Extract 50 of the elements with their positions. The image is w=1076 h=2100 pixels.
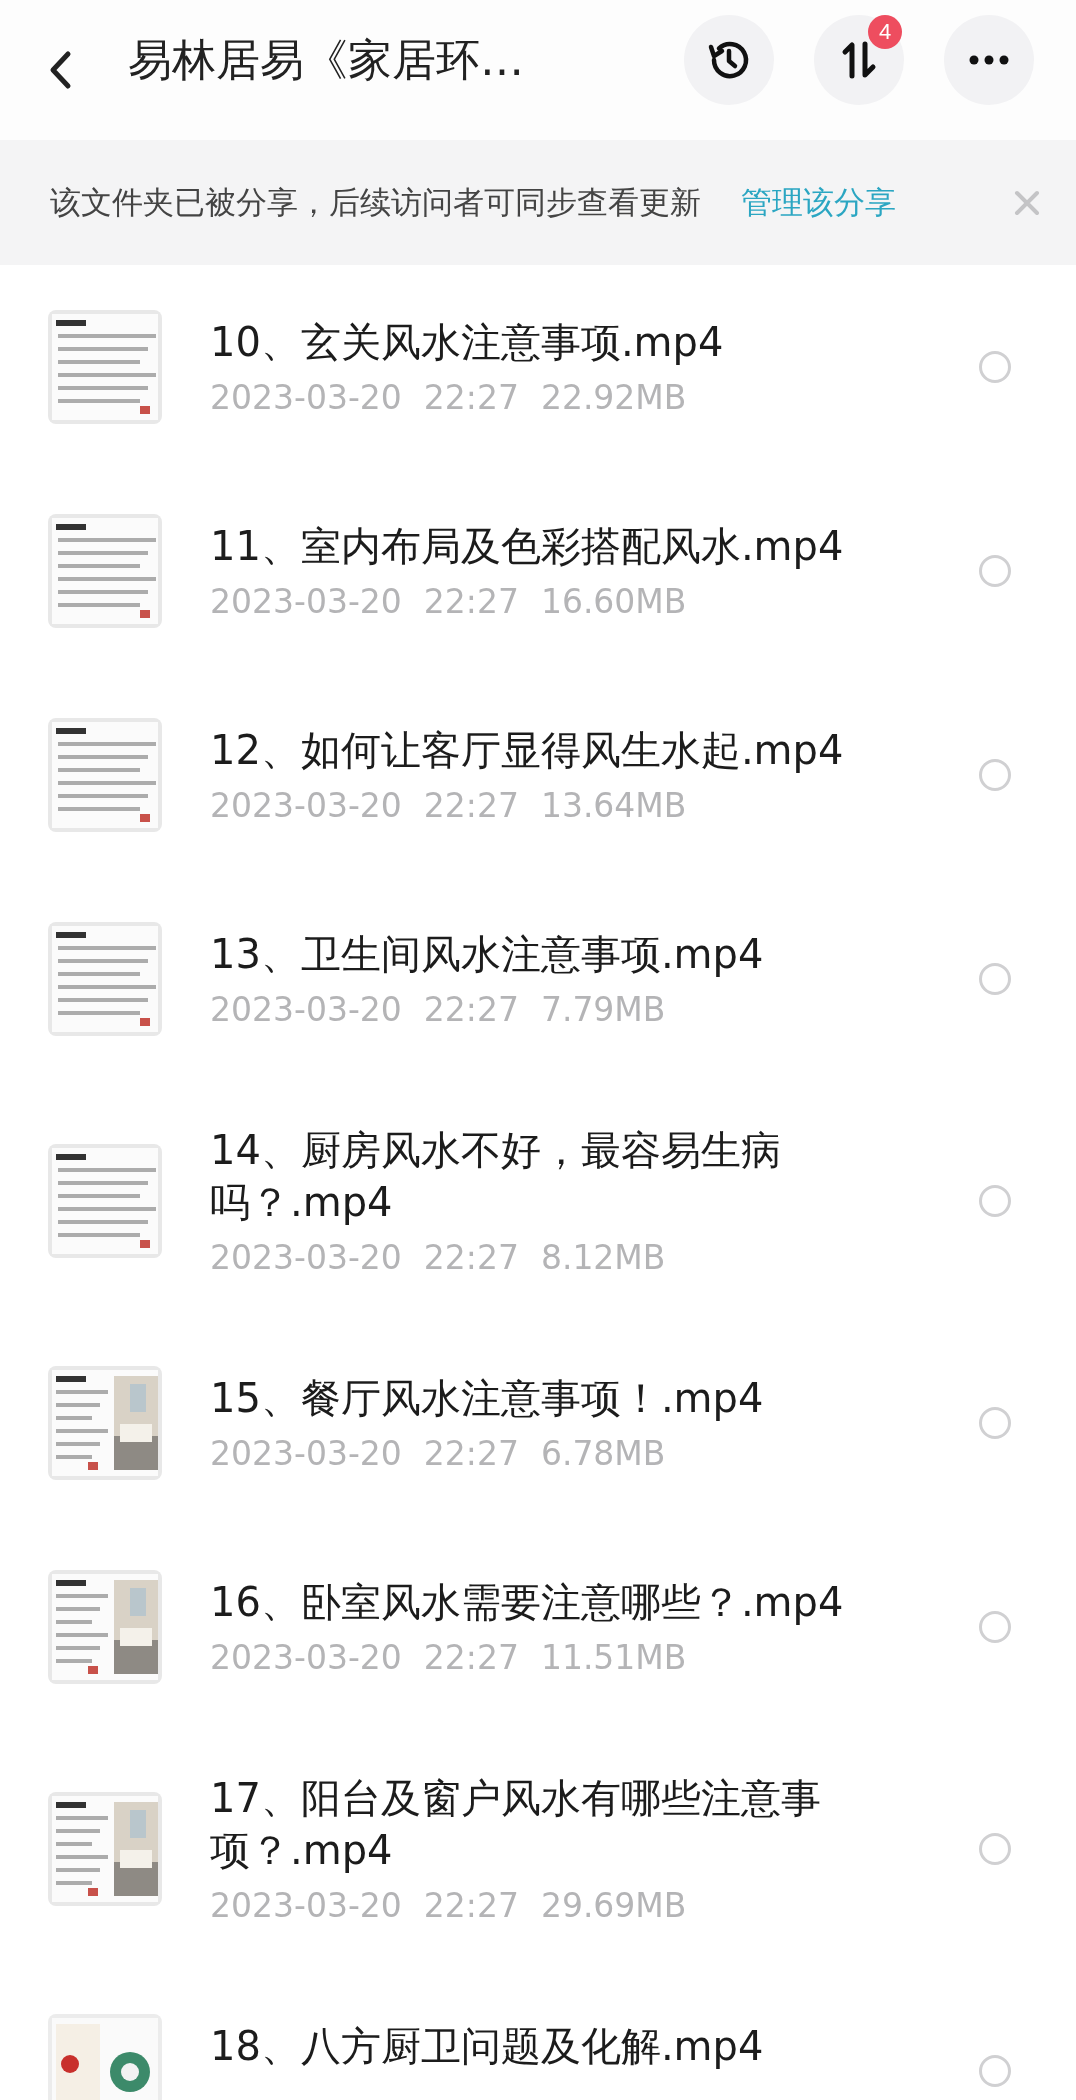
file-name[interactable]: 13、卫生间风水注意事项.mp4 [210, 928, 870, 980]
file-size: 29.69MB [540, 1886, 687, 1926]
select-radio[interactable] [979, 1833, 1011, 1865]
file-name[interactable]: 15、餐厅风水注意事项！.mp4 [210, 1372, 870, 1424]
select-radio[interactable] [979, 963, 1011, 995]
notification-badge: 4 [868, 15, 902, 49]
file-date: 2023-03-20 [210, 1434, 402, 1474]
file-date: 2023-03-20 [210, 378, 402, 418]
file-name[interactable]: 11、室内布局及色彩搭配风水.mp4 [210, 520, 870, 572]
file-date: 2023-03-20 [210, 1886, 402, 1926]
select-radio[interactable] [979, 555, 1011, 587]
file-size: 6.78MB [540, 1434, 666, 1474]
close-icon [1014, 189, 1040, 216]
file-size: 7.79MB [540, 990, 666, 1030]
file-name[interactable]: 17、阳台及窗户风水有哪些注意事项？.mp4 [210, 1772, 870, 1876]
file-name[interactable]: 10、玄关风水注意事项.mp4 [210, 316, 870, 368]
file-time: 22:27 [423, 1638, 519, 1678]
file-time: 22:27 [423, 1434, 519, 1474]
file-size: 13.64MB [540, 786, 687, 826]
file-time: 22:27 [423, 582, 519, 622]
more-icon [969, 55, 1009, 65]
file-date: 2023-03-20 [210, 990, 402, 1030]
file-name[interactable]: 14、厨房风水不好，最容易生病吗？.mp4 [210, 1124, 870, 1228]
file-size: 8.12MB [540, 1238, 666, 1278]
file-date: 2023-03-20 [210, 786, 402, 826]
file-time: 22:27 [423, 378, 519, 418]
file-size: 16.60MB [540, 582, 687, 622]
file-size: 22.92MB [540, 378, 687, 418]
file-date: 2023-03-20 [210, 1238, 402, 1278]
file-date: 2023-03-20 [210, 582, 402, 622]
close-button[interactable] [1014, 189, 1040, 216]
file-time: 22:27 [423, 990, 519, 1030]
back-icon [48, 50, 72, 90]
file-name[interactable]: 16、卧室风水需要注意哪些？.mp4 [210, 1576, 870, 1628]
transfer-button[interactable]: 4 [814, 15, 904, 105]
select-radio[interactable] [979, 1407, 1011, 1439]
folder-title: 易林居易《家居环… [128, 32, 525, 87]
select-radio[interactable] [979, 1185, 1011, 1217]
select-radio[interactable] [979, 351, 1011, 383]
file-time: 22:27 [423, 1238, 519, 1278]
file-time: 22:27 [423, 1886, 519, 1926]
select-radio[interactable] [979, 759, 1011, 791]
file-time: 22:27 [423, 786, 519, 826]
file-name[interactable]: 12、如何让客厅显得风生水起.mp4 [210, 724, 870, 776]
share-notice: 该文件夹已被分享，后续访问者可同步查看更新 [50, 182, 701, 222]
file-date: 2023-03-20 [210, 1638, 402, 1678]
select-radio[interactable] [979, 1611, 1011, 1643]
file-name[interactable]: 18、八方厨卫问题及化解.mp4 [210, 2020, 870, 2072]
select-radio[interactable] [979, 2055, 1011, 2087]
file-size: 11.51MB [540, 1638, 687, 1678]
